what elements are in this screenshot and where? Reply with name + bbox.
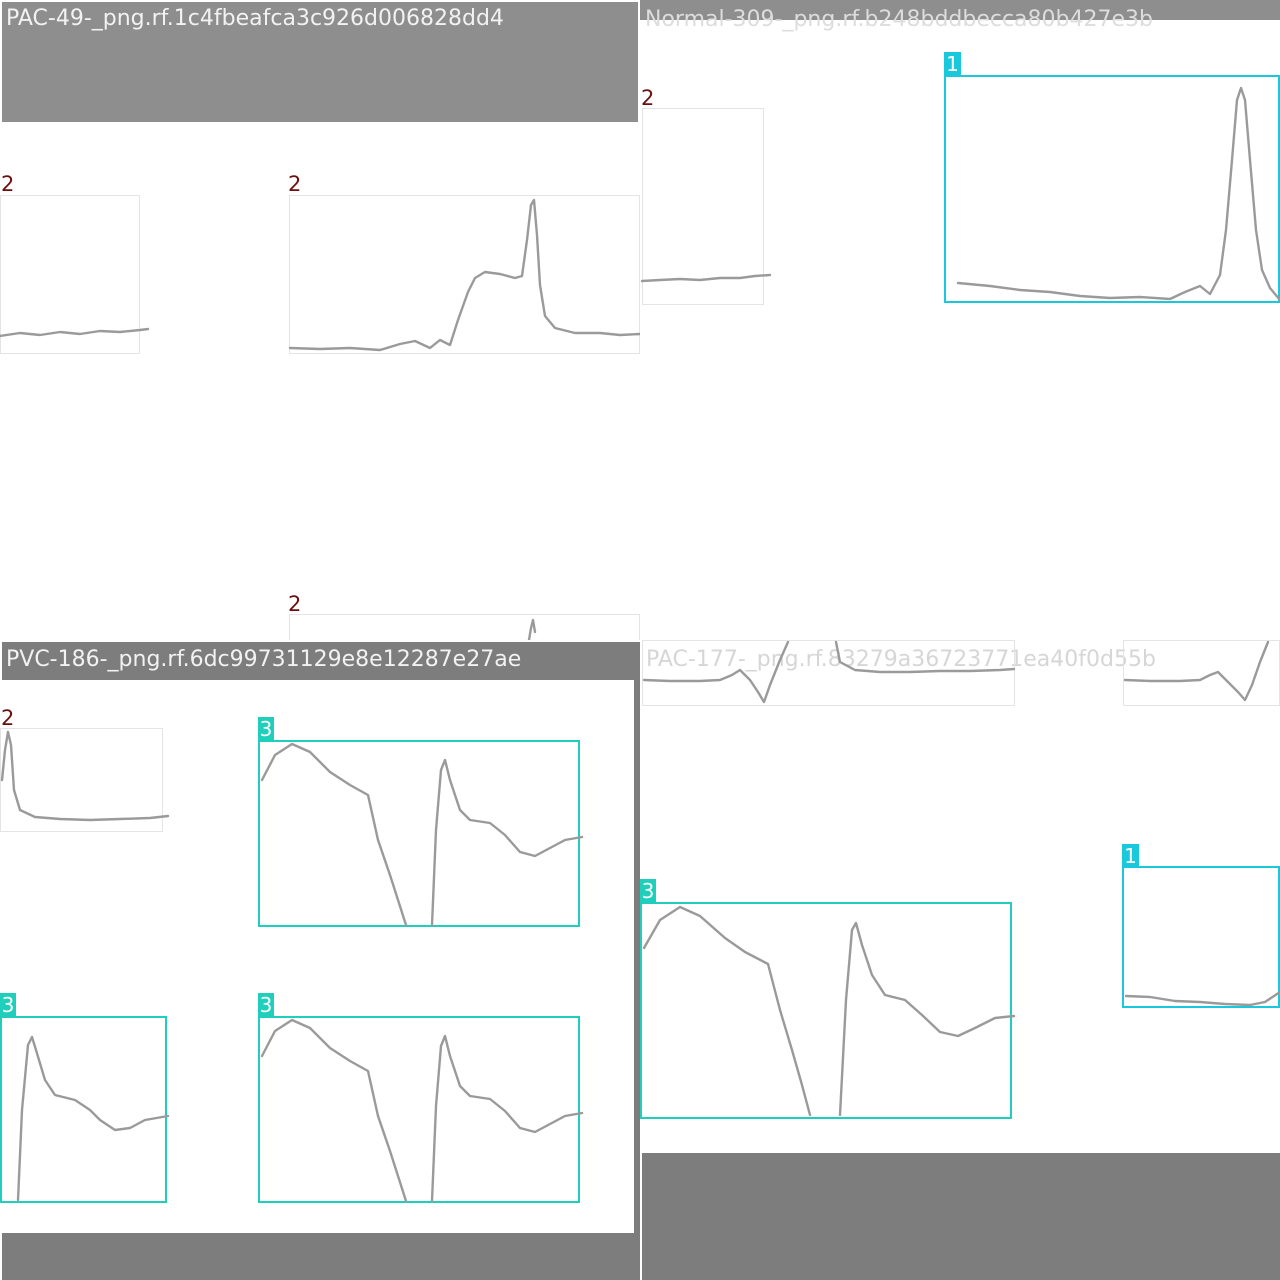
ecg-trace: [527, 618, 537, 640]
tile-pac-177: PAC-177-_png.rf.83279a36723771ea40f0d55b…: [640, 640, 1280, 1280]
ecg-trace: [1124, 990, 1280, 1007]
ecg-trace: [260, 1018, 584, 1203]
tile-pac-49: PAC-49-_png.rf.1c4fbeafca3c926d006828dd4…: [0, 0, 640, 640]
tile-normal-309: Normal-309-_png.rf.b248bddbecca80b427e3b…: [640, 0, 1280, 640]
tile-pvc-186: PVC-186-_png.rf.6dc99731129e8e12287e27ae…: [0, 640, 640, 1280]
ecg-trace: [956, 86, 1280, 302]
